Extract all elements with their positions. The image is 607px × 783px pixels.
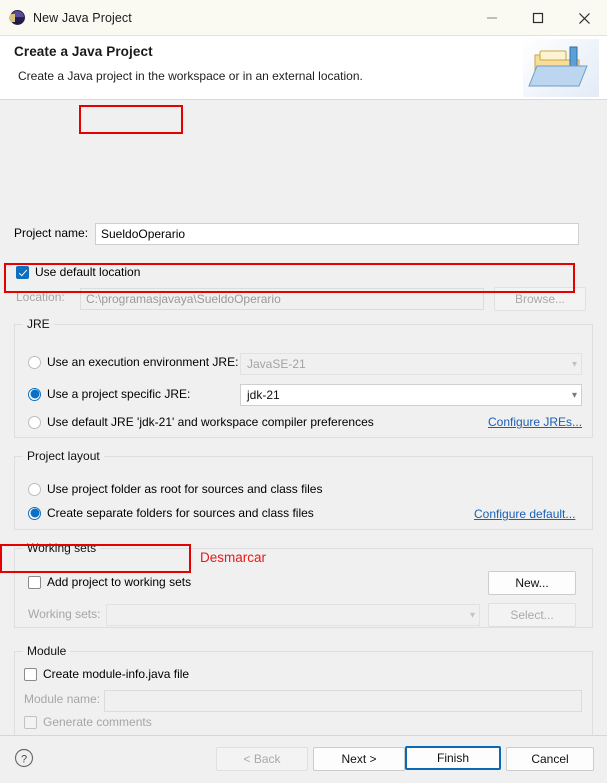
jre-default-row[interactable]: Use default JRE 'jdk-21' and workspace c… (28, 415, 374, 429)
working-sets-row: Working sets: (28, 607, 100, 621)
jre-execution-environment-label: Use an execution environment JRE: (47, 355, 239, 369)
window-title: New Java Project (33, 10, 132, 25)
project-specific-jre-value: jdk-21 (247, 388, 280, 402)
new-working-set-button[interactable]: New... (488, 571, 576, 595)
module-name-input[interactable] (104, 690, 582, 712)
wizard-body: Project name: Use default location Locat… (0, 100, 607, 755)
help-icon[interactable]: ? (14, 748, 34, 768)
close-button[interactable] (561, 0, 607, 36)
annotation-desmarcar: Desmarcar (200, 550, 267, 565)
project-name-row: Project name: (14, 226, 88, 240)
create-module-info-label: Create module-info.java file (43, 667, 190, 681)
module-name-row: Module name: (24, 692, 100, 706)
generate-comments-row[interactable]: Generate comments (24, 715, 152, 729)
module-name-label: Module name: (24, 692, 101, 706)
select-working-set-button[interactable]: Select... (488, 603, 576, 627)
page-title: Create a Java Project (14, 44, 153, 59)
project-specific-jre-combo[interactable]: jdk-21 ▾ (240, 384, 582, 406)
finish-button[interactable]: Finish (405, 746, 501, 770)
layout-root-row[interactable]: Use project folder as root for sources a… (28, 482, 322, 496)
configure-jres-link[interactable]: Configure JREs... (488, 415, 582, 429)
add-to-working-sets-row[interactable]: Add project to working sets (28, 575, 191, 589)
layout-root-label: Use project folder as root for sources a… (47, 482, 323, 496)
execution-environment-value: JavaSE-21 (247, 357, 306, 371)
maximize-button[interactable] (515, 0, 561, 36)
back-button[interactable]: < Back (216, 747, 308, 771)
jre-execution-environment-row[interactable]: Use an execution environment JRE: (28, 355, 238, 369)
window-title-bar: New Java Project (0, 0, 607, 36)
eclipse-icon (9, 10, 25, 25)
layout-separate-row[interactable]: Create separate folders for sources and … (28, 506, 314, 520)
svg-text:?: ? (21, 754, 27, 766)
chevron-down-icon: ▾ (571, 389, 577, 401)
execution-environment-combo[interactable]: JavaSE-21 ▾ (240, 353, 582, 375)
location-input[interactable] (80, 288, 484, 310)
use-default-location-row[interactable]: Use default location (16, 265, 140, 279)
chevron-down-icon: ▾ (469, 609, 475, 621)
layout-root-radio[interactable] (28, 482, 41, 496)
working-sets-combo[interactable]: ▾ (106, 604, 480, 626)
project-name-input[interactable] (95, 223, 579, 245)
window-controls (469, 0, 607, 36)
highlight-project-name (79, 105, 183, 134)
generate-comments-checkbox[interactable] (24, 715, 37, 729)
wizard-header: Create a Java Project Create a Java proj… (0, 36, 607, 100)
add-to-working-sets-label: Add project to working sets (47, 575, 192, 589)
layout-separate-radio[interactable] (28, 506, 41, 520)
create-module-info-checkbox[interactable] (24, 667, 37, 681)
jre-project-specific-radio[interactable] (28, 387, 41, 401)
java-project-folder-icon (523, 39, 599, 97)
project-layout-group-title: Project layout (23, 449, 104, 463)
browse-button[interactable]: Browse... (494, 287, 586, 311)
layout-separate-label: Create separate folders for sources and … (47, 506, 314, 520)
chevron-down-icon: ▾ (571, 358, 577, 370)
use-default-location-checkbox[interactable] (16, 265, 29, 279)
jre-group-title: JRE (23, 317, 54, 331)
location-label: Location: (16, 290, 65, 304)
working-sets-label: Working sets: (28, 607, 101, 621)
minimize-button[interactable] (469, 0, 515, 36)
page-subtitle: Create a Java project in the workspace o… (18, 69, 363, 83)
jre-project-specific-row[interactable]: Use a project specific JRE: (28, 387, 190, 401)
jre-default-label: Use default JRE 'jdk-21' and workspace c… (47, 415, 374, 429)
create-module-info-row[interactable]: Create module-info.java file (24, 667, 189, 681)
jre-execution-environment-radio[interactable] (28, 355, 41, 369)
use-default-location-label: Use default location (35, 265, 141, 279)
location-row: Location: (16, 290, 78, 304)
wizard-footer: ? < Back Next > Finish Cancel (0, 735, 607, 783)
module-group-title: Module (23, 644, 71, 658)
working-sets-group-title: Working sets (23, 541, 101, 555)
jre-project-specific-label: Use a project specific JRE: (47, 387, 191, 401)
cancel-button[interactable]: Cancel (506, 747, 594, 771)
project-name-label: Project name: (14, 226, 89, 240)
next-button[interactable]: Next > (313, 747, 405, 771)
configure-default-link[interactable]: Configure default... (474, 507, 575, 521)
add-to-working-sets-checkbox[interactable] (28, 575, 41, 589)
jre-default-radio[interactable] (28, 415, 41, 429)
generate-comments-label: Generate comments (43, 715, 152, 729)
